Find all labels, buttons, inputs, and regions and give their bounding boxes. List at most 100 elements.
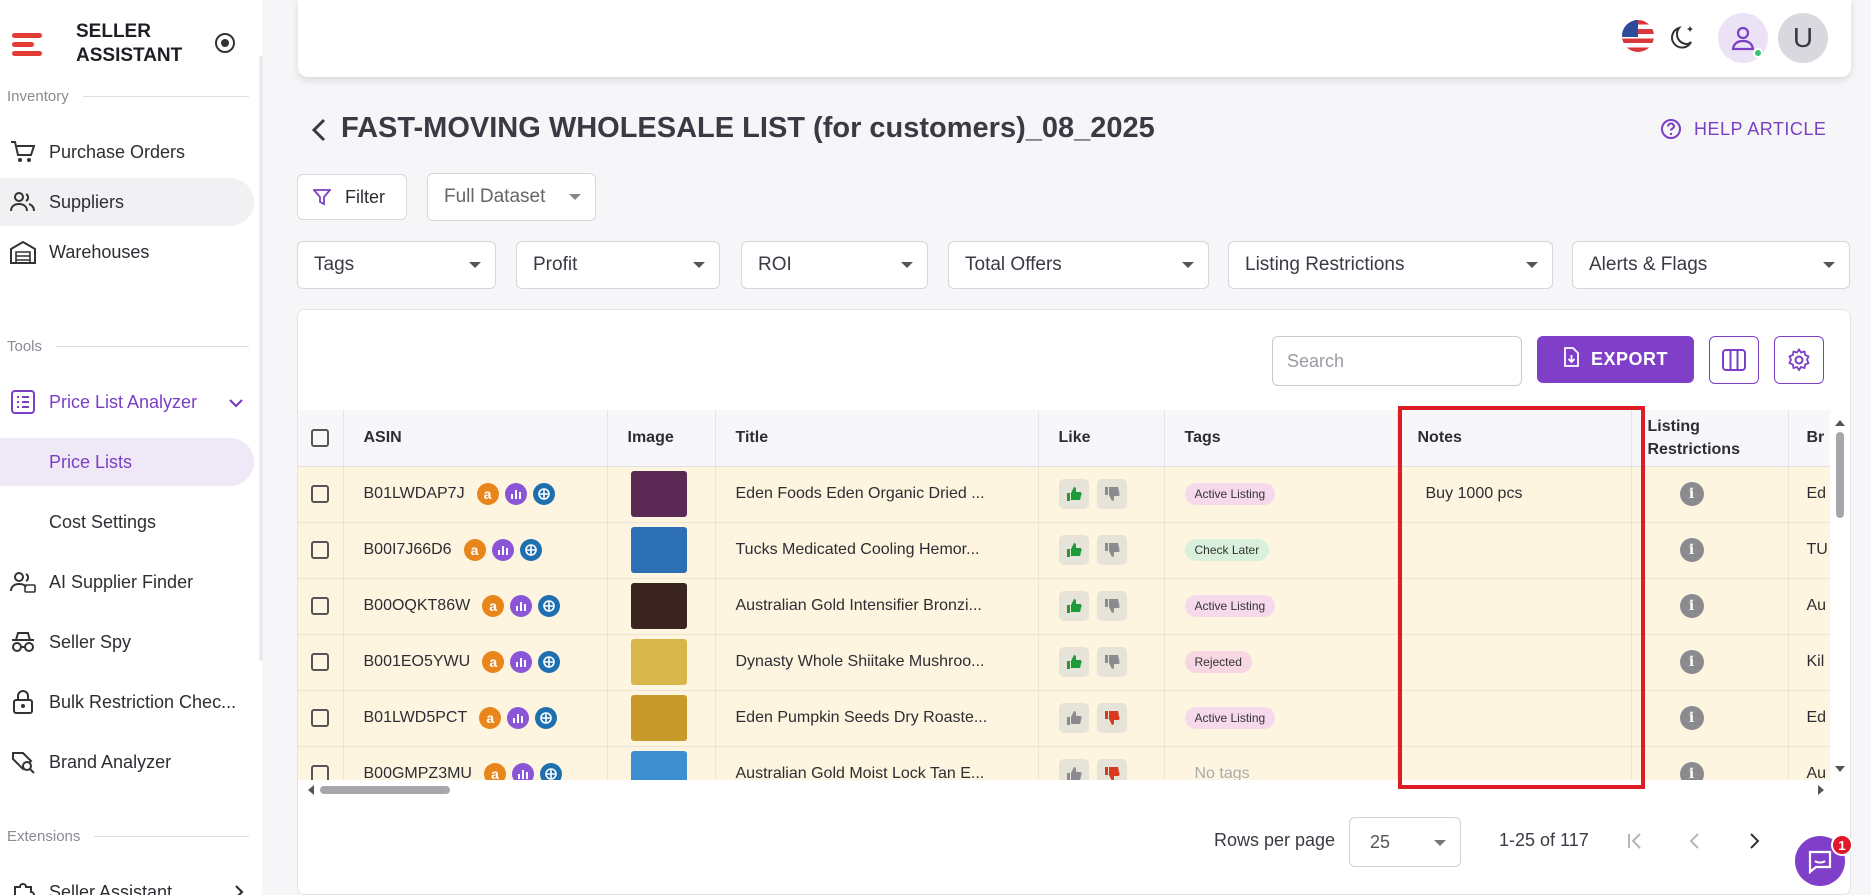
tags-cell[interactable]: Active Listing	[1164, 466, 1398, 523]
total-offers-filter-select[interactable]: Total Offers	[948, 241, 1209, 289]
network-icon[interactable]	[532, 483, 555, 505]
tags-cell[interactable]: Check Later	[1164, 522, 1398, 579]
sidebar-item-price-lists[interactable]: Price Lists	[0, 438, 254, 486]
column-header-brand[interactable]: Br	[1788, 410, 1830, 467]
column-header-asin[interactable]: ASIN	[343, 410, 608, 467]
keepa-chart-icon[interactable]	[504, 483, 527, 505]
sidebar-item-seller-assistant[interactable]: Seller Assistant	[0, 868, 254, 895]
settings-button[interactable]	[1774, 336, 1824, 384]
dataset-select[interactable]: Full Dataset	[427, 173, 596, 221]
table-row[interactable]: B01LWD5PCT a Eden Pumpkin Seeds Dry Roaste…	[298, 690, 1830, 747]
tag-chip[interactable]: Active Listing	[1184, 707, 1276, 729]
thumbs-down-icon[interactable]	[1096, 535, 1127, 565]
next-page-button[interactable]	[1741, 828, 1767, 854]
first-page-button[interactable]	[1622, 828, 1648, 854]
select-all-checkbox[interactable]	[311, 429, 329, 448]
product-image[interactable]	[630, 695, 687, 741]
keepa-chart-icon[interactable]	[511, 763, 534, 780]
chat-button[interactable]: 1	[1795, 834, 1853, 886]
alerts-flags-filter-select[interactable]: Alerts & Flags	[1572, 241, 1850, 289]
info-icon[interactable]: i	[1679, 482, 1704, 506]
table-row[interactable]: B01LWDAP7J a Eden Foods Eden Organic Dried…	[298, 466, 1830, 523]
column-header-like[interactable]: Like	[1038, 410, 1165, 467]
keepa-chart-icon[interactable]	[510, 651, 533, 673]
notes-cell[interactable]	[1397, 746, 1632, 780]
amazon-icon[interactable]: a	[482, 651, 505, 673]
notes-cell[interactable]: Buy 1000 pcs	[1397, 466, 1632, 523]
tags-cell[interactable]: Active Listing	[1164, 578, 1398, 635]
export-button[interactable]: EXPORT	[1537, 336, 1694, 383]
product-title[interactable]: Australian Gold Intensifier Bronzi...	[736, 597, 982, 614]
table-row[interactable]: B00I7J66D6 a Tucks Medicated Cooling Hemor…	[298, 522, 1830, 579]
product-title[interactable]: Tucks Medicated Cooling Hemor...	[736, 541, 980, 558]
tag-chip[interactable]: Check Later	[1184, 539, 1270, 561]
vertical-scroll-thumb[interactable]	[1836, 432, 1844, 518]
product-image[interactable]	[630, 639, 687, 685]
network-icon[interactable]	[519, 539, 542, 561]
thumbs-up-icon[interactable]	[1058, 647, 1089, 677]
product-image[interactable]	[630, 583, 687, 629]
table-row[interactable]: B00OQKT86W a Australian Gold Intensifier B…	[298, 578, 1830, 635]
tags-cell[interactable]: No tags	[1164, 746, 1398, 780]
thumbs-up-icon[interactable]	[1058, 703, 1089, 733]
column-header-tags[interactable]: Tags	[1164, 410, 1398, 467]
tag-chip[interactable]: Active Listing	[1184, 595, 1276, 617]
asin-text[interactable]: B01LWD5PCT	[364, 709, 468, 726]
sidebar-item-bulk-restriction-checker[interactable]: Bulk Restriction Chec...	[0, 678, 254, 726]
filter-button[interactable]: Filter	[297, 174, 407, 220]
thumbs-up-icon[interactable]	[1058, 591, 1089, 621]
sidebar-item-brand-analyzer[interactable]: Brand Analyzer	[0, 738, 254, 786]
column-header-image[interactable]: Image	[607, 410, 716, 467]
network-icon[interactable]	[535, 707, 558, 729]
amazon-icon[interactable]: a	[479, 707, 502, 729]
scroll-right-arrow-icon[interactable]	[1816, 784, 1826, 796]
sidebar-pin-toggle-icon[interactable]	[215, 33, 235, 53]
row-checkbox[interactable]	[311, 652, 329, 671]
previous-page-button[interactable]	[1682, 828, 1708, 854]
moon-icon[interactable]	[1670, 22, 1698, 50]
row-checkbox[interactable]	[311, 596, 329, 615]
row-checkbox[interactable]	[311, 708, 329, 727]
thumbs-down-icon[interactable]	[1096, 703, 1127, 733]
sidebar-item-cost-settings[interactable]: Cost Settings	[0, 498, 254, 546]
tag-chip[interactable]: Active Listing	[1184, 483, 1276, 505]
amazon-icon[interactable]: a	[476, 483, 499, 505]
thumbs-down-icon[interactable]	[1096, 759, 1127, 780]
sidebar-item-warehouses[interactable]: Warehouses	[0, 228, 254, 276]
back-arrow-icon[interactable]	[308, 116, 332, 144]
keepa-chart-icon[interactable]	[510, 595, 533, 617]
keepa-chart-icon[interactable]	[491, 539, 514, 561]
network-icon[interactable]	[538, 651, 561, 673]
scroll-up-arrow-icon[interactable]	[1834, 418, 1846, 428]
table-row[interactable]: B001EO5YWU a Dynasty Whole Shiitake Mushro…	[298, 634, 1830, 691]
thumbs-up-icon[interactable]	[1058, 535, 1089, 565]
info-icon[interactable]: i	[1679, 538, 1704, 562]
column-header-listing-restrictions[interactable]: Listing Restrictions	[1631, 410, 1789, 467]
sidebar-item-seller-spy[interactable]: Seller Spy	[0, 618, 254, 666]
sidebar-item-suppliers[interactable]: Suppliers	[0, 178, 254, 226]
row-checkbox[interactable]	[311, 764, 329, 780]
horizontal-scroll-thumb[interactable]	[320, 786, 450, 794]
asin-text[interactable]: B001EO5YWU	[364, 653, 471, 670]
avatar[interactable]: U	[1778, 13, 1828, 63]
amazon-icon[interactable]: a	[483, 763, 506, 780]
row-checkbox[interactable]	[311, 540, 329, 559]
column-header-title[interactable]: Title	[715, 410, 1039, 467]
info-icon[interactable]: i	[1679, 594, 1704, 618]
scroll-left-arrow-icon[interactable]	[306, 784, 316, 796]
table-vertical-scrollbar[interactable]	[1834, 418, 1846, 774]
info-icon[interactable]: i	[1679, 706, 1704, 730]
product-image[interactable]	[630, 751, 687, 780]
product-image[interactable]	[630, 471, 687, 517]
tags-filter-select[interactable]: Tags	[297, 241, 496, 289]
product-title[interactable]: Dynasty Whole Shiitake Mushroo...	[736, 653, 985, 670]
profit-filter-select[interactable]: Profit	[516, 241, 720, 289]
column-header-notes[interactable]: Notes	[1397, 410, 1632, 467]
tags-cell[interactable]: Active Listing	[1164, 690, 1398, 747]
row-checkbox[interactable]	[311, 484, 329, 503]
keepa-chart-icon[interactable]	[507, 707, 530, 729]
network-icon[interactable]	[538, 595, 561, 617]
us-flag-icon[interactable]	[1622, 20, 1654, 52]
info-icon[interactable]: i	[1679, 650, 1704, 674]
notes-cell[interactable]	[1397, 522, 1632, 579]
